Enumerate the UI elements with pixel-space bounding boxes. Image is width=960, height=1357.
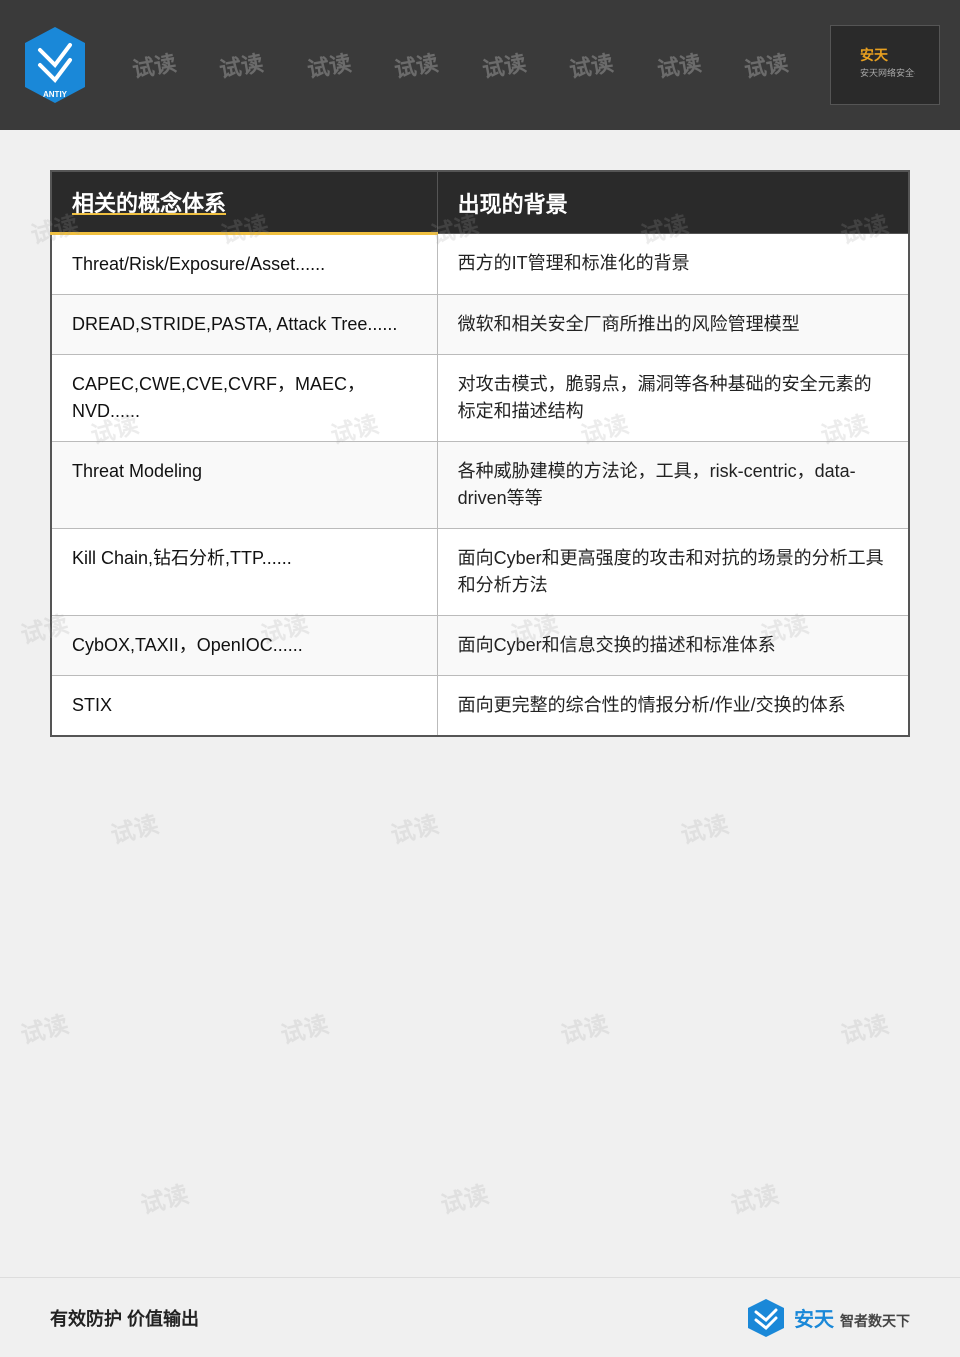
table-cell-left: STIX xyxy=(51,676,437,737)
header-wm-7: 试读 xyxy=(654,45,703,84)
table-row: Threat Modeling各种威胁建模的方法论，工具，risk-centri… xyxy=(51,442,909,529)
svg-text:安天网络安全冬训营第四期: 安天网络安全冬训营第四期 xyxy=(860,67,915,78)
table-cell-right: 对攻击模式，脆弱点，漏洞等各种基础的安全元素的标定和描述结构 xyxy=(437,355,909,442)
header-wm-4: 试读 xyxy=(392,45,441,84)
footer-logo-icon xyxy=(746,1298,786,1338)
table-row: DREAD,STRIDE,PASTA, Attack Tree......微软和… xyxy=(51,295,909,355)
table-cell-left: Threat/Risk/Exposure/Asset...... xyxy=(51,234,437,295)
table-cell-right: 面向更完整的综合性的情报分析/作业/交换的体系 xyxy=(437,676,909,737)
header-watermarks: 试读 试读 试读 试读 试读 试读 试读 试读 xyxy=(90,49,830,81)
table-cell-right: 面向Cyber和信息交换的描述和标准体系 xyxy=(437,616,909,676)
footer-logo-texts: 安天 智者数天下 xyxy=(794,1303,910,1332)
table-row: CAPEC,CWE,CVE,CVRF，MAEC，NVD......对攻击模式，脆… xyxy=(51,355,909,442)
table-cell-right: 西方的IT管理和标准化的背景 xyxy=(437,234,909,295)
company-icon: 安天 安天网络安全冬训营第四期 xyxy=(855,42,915,87)
table-cell-left: DREAD,STRIDE,PASTA, Attack Tree...... xyxy=(51,295,437,355)
table-cell-left: CAPEC,CWE,CVE,CVRF，MAEC，NVD...... xyxy=(51,355,437,442)
footer-company-subtext: 智者数天下 xyxy=(840,1311,910,1331)
col2-header: 出现的背景 xyxy=(437,171,909,234)
svg-text:安天: 安天 xyxy=(860,47,889,63)
logo-shape: ANTIY xyxy=(20,25,90,105)
svg-text:ANTIY: ANTIY xyxy=(43,90,68,99)
footer-logo: 安天 智者数天下 xyxy=(746,1298,910,1338)
header-wm-3: 试读 xyxy=(304,45,353,84)
footer-slogan: 有效防护 价值输出 xyxy=(50,1305,199,1331)
header: ANTIY 试读 试读 试读 试读 试读 试读 试读 试读 安天 安天网络安全冬… xyxy=(0,0,960,130)
header-wm-2: 试读 xyxy=(217,45,266,84)
table-row: Kill Chain,钻石分析,TTP......面向Cyber和更高强度的攻击… xyxy=(51,529,909,616)
data-table: 相关的概念体系 出现的背景 Threat/Risk/Exposure/Asset… xyxy=(50,170,910,737)
table-cell-right: 面向Cyber和更高强度的攻击和对抗的场景的分析工具和分析方法 xyxy=(437,529,909,616)
table-cell-right: 微软和相关安全厂商所推出的风险管理模型 xyxy=(437,295,909,355)
header-wm-8: 试读 xyxy=(742,45,791,84)
table-cell-left: Kill Chain,钻石分析,TTP...... xyxy=(51,529,437,616)
table-row: Threat/Risk/Exposure/Asset......西方的IT管理和… xyxy=(51,234,909,295)
header-wm-1: 试读 xyxy=(129,45,178,84)
header-right-logo: 安天 安天网络安全冬训营第四期 xyxy=(830,25,940,105)
col1-header: 相关的概念体系 xyxy=(51,171,437,234)
header-wm-5: 试读 xyxy=(479,45,528,84)
table-row: CybOX,TAXII，OpenIOC......面向Cyber和信息交换的描述… xyxy=(51,616,909,676)
logo: ANTIY xyxy=(20,25,90,105)
table-row: STIX面向更完整的综合性的情报分析/作业/交换的体系 xyxy=(51,676,909,737)
footer: 有效防护 价值输出 安天 智者数天下 xyxy=(0,1277,960,1357)
table-cell-left: Threat Modeling xyxy=(51,442,437,529)
header-wm-6: 试读 xyxy=(567,45,616,84)
footer-company-name: 安天 xyxy=(794,1303,834,1332)
table-cell-right: 各种威胁建模的方法论，工具，risk-centric，data-driven等等 xyxy=(437,442,909,529)
table-cell-left: CybOX,TAXII，OpenIOC...... xyxy=(51,616,437,676)
main-content: 相关的概念体系 出现的背景 Threat/Risk/Exposure/Asset… xyxy=(0,130,960,757)
